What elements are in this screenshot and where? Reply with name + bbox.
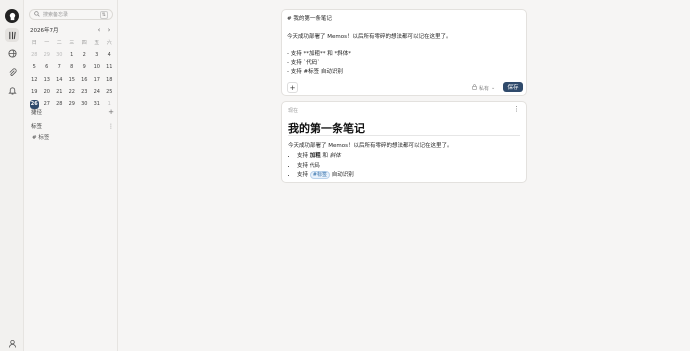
user-icon[interactable] bbox=[5, 336, 19, 350]
calendar-day[interactable]: 25 bbox=[103, 88, 116, 97]
attachment-icon[interactable] bbox=[5, 65, 19, 79]
memo-editor[interactable]: # 我的第一条笔记 今天成功部署了 Memos！以后所有零碎的想法都可以记在这里… bbox=[281, 9, 527, 96]
calendar-day[interactable]: 5 bbox=[28, 63, 41, 72]
calendar-day[interactable]: 16 bbox=[78, 76, 91, 85]
memos-logo-icon[interactable] bbox=[5, 9, 19, 23]
calendar-day[interactable]: 15 bbox=[66, 76, 79, 85]
calendar-week: 5 6 7 8 9 10 11 bbox=[28, 62, 116, 74]
chevron-left-icon[interactable]: ‹ bbox=[94, 26, 104, 34]
text: 自动识别 bbox=[329, 172, 354, 179]
calendar-day[interactable]: 14 bbox=[53, 76, 66, 85]
tag-chip[interactable]: #标签 bbox=[309, 171, 330, 180]
bell-icon[interactable] bbox=[5, 83, 19, 97]
calendar-grid: 日 一 二 三 四 五 六 28 29 30 1 2 3 4 5 6 7 8 9… bbox=[28, 37, 116, 111]
weekday: 一 bbox=[44, 39, 50, 46]
shortcuts-section: 捷径 + bbox=[31, 108, 114, 116]
calendar-day[interactable]: 9 bbox=[78, 63, 91, 72]
calendar-day[interactable]: 8 bbox=[66, 63, 79, 72]
calendar-day[interactable]: 18 bbox=[103, 76, 116, 85]
weekday: 四 bbox=[81, 39, 87, 46]
calendar-day[interactable]: 30 bbox=[53, 51, 66, 60]
add-attachment-plus-icon[interactable]: + bbox=[287, 82, 298, 93]
calendar-day[interactable]: 7 bbox=[53, 63, 66, 72]
text: 支持 bbox=[297, 162, 310, 169]
calendar-weekdays: 日 一 二 三 四 五 六 bbox=[28, 37, 116, 49]
calendar-day[interactable]: 22 bbox=[66, 88, 79, 97]
calendar-day[interactable]: 21 bbox=[53, 88, 66, 97]
text: 支持 bbox=[297, 153, 310, 159]
weekday: 六 bbox=[106, 39, 112, 46]
icon-rail bbox=[0, 0, 24, 351]
calendar-day[interactable]: 29 bbox=[41, 51, 54, 60]
add-shortcut-plus-icon[interactable]: + bbox=[108, 108, 114, 116]
filter-icon[interactable]: ⇅ bbox=[99, 10, 108, 19]
editor-line: 今天成功部署了 Memos！以后所有零碎的想法都可以记在这里了。 bbox=[287, 33, 452, 40]
calendar-day[interactable]: 2 bbox=[78, 51, 91, 60]
search-box[interactable]: 搜索备忘录 ⇅ bbox=[29, 9, 113, 20]
chevron-right-icon[interactable]: › bbox=[104, 26, 114, 34]
calendar-week: 19 20 21 22 23 24 25 bbox=[28, 86, 116, 98]
calendar-day[interactable]: 11 bbox=[103, 63, 116, 72]
more-vertical-icon[interactable]: ⋮ bbox=[513, 105, 520, 113]
calendar-day[interactable]: 24 bbox=[91, 88, 104, 97]
heading-divider bbox=[288, 135, 520, 136]
list-item: 支持 #标签 自动识别 bbox=[297, 171, 354, 181]
lock-icon bbox=[472, 84, 477, 92]
calendar-day[interactable]: 12 bbox=[28, 76, 41, 85]
memo-card: 现在 ⋮ 我的第一条笔记 今天成功部署了 Memos！以后所有零碎的想法都可以记… bbox=[281, 101, 527, 183]
calendar-day[interactable]: 13 bbox=[41, 76, 54, 85]
calendar-header: 2026年7月 ‹ › bbox=[30, 26, 114, 34]
visibility-label: 私有 bbox=[479, 85, 490, 92]
weekday: 日 bbox=[31, 39, 37, 46]
calendar-day[interactable]: 20 bbox=[41, 88, 54, 97]
bold-text: 加粗 bbox=[309, 153, 321, 159]
text: 和 bbox=[320, 153, 330, 159]
explore-icon[interactable] bbox=[5, 46, 19, 60]
memo-list: 支持 加粗 和 斜体 支持 代码 支持 #标签 自动识别 bbox=[297, 152, 354, 181]
search-input[interactable]: 搜索备忘录 bbox=[43, 11, 100, 18]
sidebar: 搜索备忘录 ⇅ 2026年7月 ‹ › 日 一 二 三 四 五 六 28 29 … bbox=[24, 0, 118, 351]
search-icon bbox=[34, 10, 40, 19]
memo-paragraph: 今天成功部署了 Memos！以后所有零碎的想法都可以记在这里了。 bbox=[288, 143, 453, 149]
weekday: 五 bbox=[94, 39, 100, 46]
weekday: 二 bbox=[56, 39, 62, 46]
shortcuts-label: 捷径 bbox=[31, 110, 43, 116]
italic-text: 斜体 bbox=[329, 153, 341, 159]
calendar-day[interactable]: 3 bbox=[91, 51, 104, 60]
calendar-day[interactable]: 6 bbox=[41, 63, 54, 72]
more-vertical-icon[interactable]: ⋮ bbox=[108, 123, 114, 130]
home-icon[interactable] bbox=[5, 28, 19, 42]
calendar-month: 2026年7月 bbox=[30, 28, 59, 34]
text: 支持 bbox=[297, 172, 310, 179]
editor-line: - 支持 **加粗** 和 *斜体* bbox=[287, 51, 351, 58]
visibility-selector[interactable]: 私有 ⌄ bbox=[472, 84, 495, 92]
list-item: 支持 代码 bbox=[297, 162, 354, 172]
calendar-day[interactable]: 1 bbox=[66, 51, 79, 60]
save-button[interactable]: 保存 bbox=[503, 82, 523, 92]
editor-line: - 支持 #标签 自动识别 bbox=[287, 68, 343, 75]
tag-item[interactable]: # 标签 bbox=[32, 133, 49, 141]
calendar-day[interactable]: 28 bbox=[28, 51, 41, 60]
calendar-day[interactable]: 10 bbox=[91, 63, 104, 72]
list-item: 支持 加粗 和 斜体 bbox=[297, 152, 354, 162]
calendar-day[interactable]: 19 bbox=[28, 88, 41, 97]
memo-heading: 我的第一条笔记 bbox=[288, 122, 365, 135]
editor-line: - 支持 `代码` bbox=[287, 59, 320, 66]
weekday: 三 bbox=[69, 39, 75, 46]
tags-label: 标签 bbox=[31, 124, 43, 130]
editor-textarea[interactable]: # 我的第一条笔记 今天成功部署了 Memos！以后所有零碎的想法都可以记在这里… bbox=[287, 15, 521, 77]
calendar-week: 28 29 30 1 2 3 4 bbox=[28, 49, 116, 61]
calendar-day[interactable]: 4 bbox=[103, 51, 116, 60]
editor-line: # 我的第一条笔记 bbox=[287, 16, 332, 22]
inline-code: 代码 bbox=[309, 162, 320, 169]
memo-timestamp: 现在 bbox=[288, 108, 299, 114]
calendar-day[interactable]: 17 bbox=[91, 76, 104, 85]
chevron-down-icon: ⌄ bbox=[491, 85, 496, 91]
calendar-day[interactable]: 23 bbox=[78, 88, 91, 97]
tags-section: 标签 ⋮ bbox=[31, 122, 114, 131]
calendar-week: 12 13 14 15 16 17 18 bbox=[28, 74, 116, 86]
